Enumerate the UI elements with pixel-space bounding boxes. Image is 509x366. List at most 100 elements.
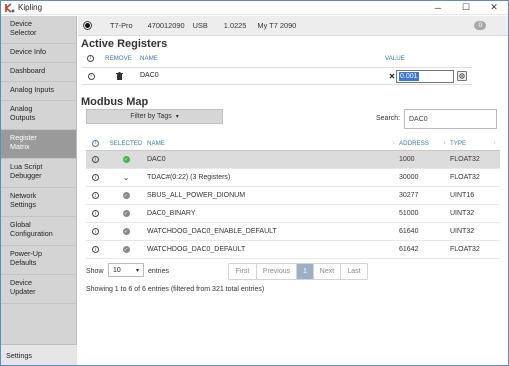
info-icon[interactable]: i [86,210,105,217]
current-page-button[interactable]: 1 [297,264,314,279]
sidebar-item-dashboard[interactable]: Dashboard [1,63,76,82]
register-name: DAC0 [147,156,166,163]
selected-header[interactable]: SELECTED [105,140,147,147]
register-address: 51000 [399,210,419,217]
table-row[interactable]: i ✓ DAC0_BINARY 51000 UINT32 [86,205,500,223]
sidebar-item-label: Dashboard [10,66,46,75]
unselected-check-icon[interactable]: ✓ [105,228,147,235]
table-row[interactable]: i ✓ WATCHDOG_DAC0_DEFAULT 61642 FLOAT32 [86,241,500,259]
type-header-label: TYPE [450,139,467,147]
info-icon[interactable]: i [86,228,105,235]
table-row[interactable]: i ⌄ TDAC#(0:22) (3 Registers) 30000 FLOA… [86,169,500,187]
sidebar-item-network-settings[interactable]: Network Settings [1,188,76,217]
unselected-check-icon[interactable]: ✓ [105,246,147,253]
register-name: TDAC#(0:22) (3 Registers) [147,174,231,181]
name-header: NAME [140,55,158,62]
selected-check-icon[interactable]: ✓ [105,156,147,163]
register-type: UINT32 [450,210,475,217]
info-icon[interactable]: i [86,71,96,81]
previous-page-button[interactable]: Previous [257,264,297,279]
device-radio[interactable] [83,21,92,30]
device-name: T7-Pro [110,21,133,30]
table-info-text: Showing 1 to 6 of 6 entries (filtered fr… [86,286,265,293]
modbus-map-table: i SELECTED NAME ↕ ADDRESS ↓ TYPE ↕ i ✓ DAC0… [86,136,500,259]
entries-label: entries [148,268,170,275]
info-icon[interactable]: i [86,174,105,181]
sidebar-item-analog-inputs[interactable]: Analog Inputs [1,82,76,101]
window-title: Kipling [18,3,43,12]
info-icon[interactable]: i [86,192,105,199]
maximize-button[interactable]: ☐ [452,1,480,15]
trash-icon[interactable] [114,71,124,81]
table-row[interactable]: i ✓ SBUS_ALL_POWER_DIONUM 30277 UINT16 [86,187,500,205]
next-page-button[interactable]: Next [314,264,341,279]
register-type: FLOAT32 [450,174,480,181]
first-page-button[interactable]: First [229,264,257,279]
register-name: DAC0_BINARY [147,210,196,217]
sort-icon: ↕ [392,139,396,146]
value-header: VALUE [385,55,405,62]
device-bar: T7-Pro 470012090 USB 1.0225 My T7 2090 0 [78,16,508,36]
address-column-header[interactable]: ADDRESS ↓ [399,140,450,147]
register-address: 61642 [399,246,419,253]
close-button[interactable]: ✕ [480,1,508,15]
search-input[interactable] [404,109,497,129]
active-registers-title: Active Registers [81,38,168,50]
active-register-row: i DAC0 ✕ 0.001 [82,67,472,85]
expand-chevron-icon[interactable]: ⌄ [105,173,147,182]
sidebar-item-lua-script-debugger[interactable]: Lua Script Debugger [1,159,76,188]
sidebar-item-analog-outputs[interactable]: Analog Outputs [1,101,76,130]
info-icon[interactable]: i [86,246,105,253]
sidebar: Device Selector Device Info Dashboard Ana… [1,16,77,365]
sidebar-item-settings[interactable]: Settings [1,344,77,365]
device-label: My T7 2090 [257,21,297,30]
write-value-icon[interactable] [457,71,467,81]
table-row[interactable]: i ✓ DAC0 1000 FLOAT32 [86,151,500,169]
unselected-check-icon[interactable]: ✓ [105,210,147,217]
modbus-map-title: Modbus Map [81,96,149,108]
sidebar-item-label: Power-Up [10,249,42,258]
info-icon[interactable]: i [86,156,105,163]
sidebar-item-label: Device Info [10,47,46,56]
name-column-header[interactable]: NAME ↕ [147,140,399,147]
title-bar: Kipling ─ ☐ ✕ [1,1,508,15]
sort-asc-icon: ↓ [443,139,447,146]
entries-per-page-select[interactable]: 10 ▾ [108,263,144,277]
last-page-button[interactable]: Last [341,264,367,279]
sidebar-item-label: Settings [10,200,36,209]
sidebar-item-label: Analog [10,104,33,113]
sidebar-item-label: Lua Script [10,162,43,171]
sidebar-item-device-selector[interactable]: Device Selector [1,16,76,44]
name-header-label: NAME [147,139,165,147]
sidebar-item-label: Configuration [10,229,53,238]
register-value-input[interactable]: 0.001 [396,70,454,83]
filter-by-tags-button[interactable]: Filter by Tags ▾ [86,109,223,124]
register-address: 1000 [399,156,415,163]
sidebar-item-global-configuration[interactable]: Global Configuration [1,217,76,246]
register-name: WATCHDOG_DAC0_DEFAULT [147,246,246,253]
sidebar-item-device-info[interactable]: Device Info [1,44,76,63]
register-address: 30277 [399,192,419,199]
register-type: UINT32 [450,228,475,235]
unselected-check-icon[interactable]: ✓ [105,192,147,199]
search-label: Search: [376,115,401,122]
table-row[interactable]: i ✓ WATCHDOG_DAC0_ENABLE_DEFAULT 61640 U… [86,223,500,241]
sidebar-item-power-up-defaults[interactable]: Power-Up Defaults [1,246,76,275]
register-type: UINT16 [450,192,475,199]
sidebar-item-label: Selector [10,28,37,37]
chevron-down-icon: ▾ [135,268,139,274]
sidebar-item-label: Register [10,133,37,142]
register-name: SBUS_ALL_POWER_DIONUM [147,192,246,199]
minimize-button[interactable]: ─ [424,1,452,15]
sidebar-item-register-matrix[interactable]: Register Matrix [1,130,76,159]
register-name: WATCHDOG_DAC0_ENABLE_DEFAULT [147,228,277,235]
device-count-badge: 0 [474,21,486,30]
sidebar-item-label: Defaults [10,258,37,267]
info-icon: i [86,139,105,147]
sort-icon: ↕ [493,139,497,146]
sidebar-item-label: Debugger [10,171,42,180]
type-column-header[interactable]: TYPE ↕ [450,140,500,147]
remove-header: REMOVE [105,55,132,62]
register-value-text: 0.001 [399,72,419,81]
sidebar-item-device-updater[interactable]: Device Updater [1,275,76,304]
